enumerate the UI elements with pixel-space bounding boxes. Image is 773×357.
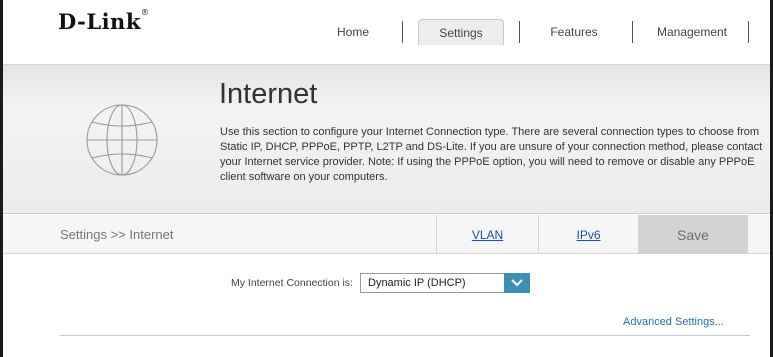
- nav-separator: [402, 21, 403, 43]
- vlan-link[interactable]: VLAN: [436, 215, 538, 254]
- nav-separator: [519, 21, 520, 43]
- nav-management[interactable]: Management: [646, 19, 738, 45]
- chevron-down-icon: [511, 279, 523, 287]
- breadcrumb: Settings >> Internet: [60, 227, 174, 242]
- globe-icon: [86, 104, 158, 176]
- nav-separator: [632, 21, 633, 43]
- divider: [60, 335, 750, 336]
- nav-settings[interactable]: Settings: [418, 19, 504, 45]
- page-banner: Internet Use this section to configure y…: [3, 64, 770, 214]
- ipv6-link[interactable]: IPv6: [538, 215, 638, 254]
- nav-separator: [748, 21, 749, 43]
- dropdown-toggle[interactable]: [504, 273, 530, 293]
- router-admin-page: D-Link® Home Settings Features Managemen…: [3, 0, 770, 357]
- connection-type-value[interactable]: Dynamic IP (DHCP): [360, 273, 505, 293]
- nav-home[interactable]: Home: [319, 19, 387, 45]
- connection-type-label: My Internet Connection is:: [231, 277, 353, 289]
- nav-features[interactable]: Features: [537, 19, 611, 45]
- connection-type-select[interactable]: Dynamic IP (DHCP): [360, 273, 530, 293]
- header: D-Link® Home Settings Features Managemen…: [3, 0, 770, 64]
- advanced-settings-link[interactable]: Advanced Settings...: [623, 316, 724, 328]
- registered-mark: ®: [140, 8, 150, 17]
- page-description: Use this section to configure your Inter…: [220, 126, 763, 183]
- page-title: Internet: [219, 78, 318, 110]
- top-nav: Home Settings Features Management: [3, 19, 770, 45]
- sub-toolbar: Settings >> Internet VLAN IPv6 Save: [3, 215, 770, 254]
- save-button[interactable]: Save: [638, 215, 748, 254]
